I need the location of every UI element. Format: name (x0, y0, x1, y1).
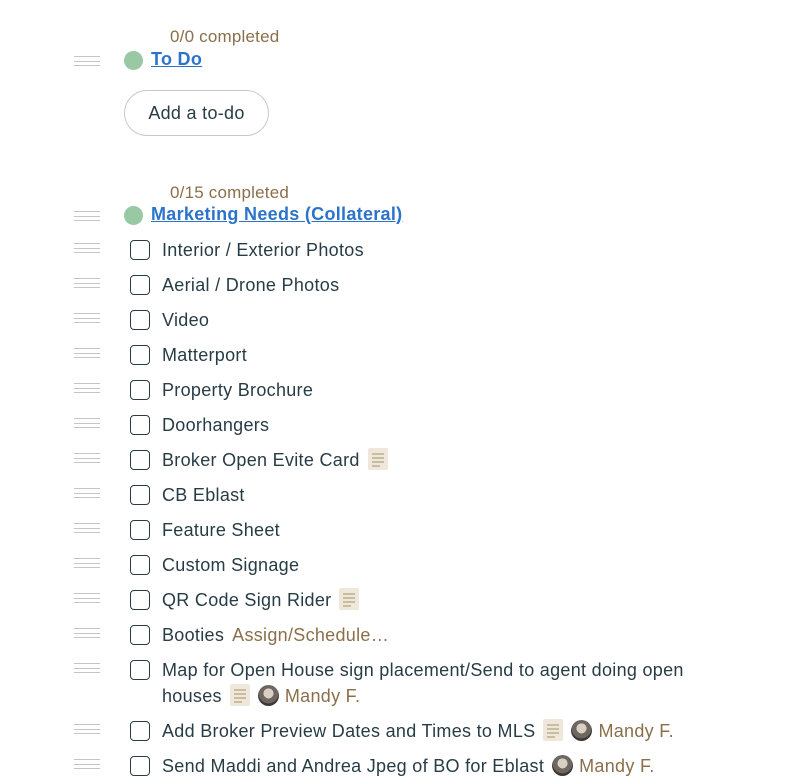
avatar (552, 754, 574, 776)
drag-handle-icon[interactable] (74, 558, 100, 568)
todo-title[interactable]: Custom Signage (162, 555, 299, 575)
todo-title[interactable]: Broker Open Evite Card (162, 450, 360, 470)
todo-checkbox[interactable] (130, 660, 150, 680)
todo-content: Send Maddi and Andrea Jpeg of BO for Ebl… (162, 753, 732, 779)
todo-checkbox[interactable] (130, 380, 150, 400)
todo-content: Property Brochure (162, 377, 732, 403)
assignee-name[interactable]: Mandy F. (285, 686, 360, 706)
todo-title[interactable]: Aerial / Drone Photos (162, 275, 339, 295)
assignee-name[interactable]: Mandy F. (579, 756, 654, 776)
todo-checkbox[interactable] (130, 555, 150, 575)
todo-checkbox[interactable] (130, 345, 150, 365)
todo-checkbox[interactable] (130, 450, 150, 470)
todo-checkbox[interactable] (130, 240, 150, 260)
todo-checkbox[interactable] (130, 590, 150, 610)
status-dot-icon (124, 51, 143, 70)
todo-checkbox[interactable] (130, 275, 150, 295)
todo-title[interactable]: QR Code Sign Rider (162, 590, 331, 610)
todo-content: CB Eblast (162, 482, 732, 508)
drag-handle-icon[interactable] (74, 663, 100, 673)
todo-content: Aerial / Drone Photos (162, 272, 732, 298)
todo-checkbox[interactable] (130, 520, 150, 540)
list-progress: 0/0 completed (170, 27, 280, 46)
todo-title[interactable]: Interior / Exterior Photos (162, 240, 364, 260)
todo-content: Feature Sheet (162, 517, 732, 543)
list-progress: 0/15 completed (170, 183, 290, 202)
assign-schedule-link[interactable]: Assign/Schedule… (232, 625, 389, 645)
todo-checkbox[interactable] (130, 625, 150, 645)
todo-title[interactable]: Matterport (162, 345, 247, 365)
todo-content: Map for Open House sign placement/Send t… (162, 657, 732, 709)
status-dot-icon (124, 206, 143, 225)
todo-checkbox[interactable] (130, 485, 150, 505)
todo-title[interactable]: CB Eblast (162, 485, 245, 505)
todo-checkbox[interactable] (130, 310, 150, 330)
drag-handle-icon[interactable] (74, 488, 100, 498)
todo-title[interactable]: Property Brochure (162, 380, 313, 400)
drag-handle-icon[interactable] (74, 243, 100, 253)
todo-content: QR Code Sign Rider (162, 587, 732, 613)
todo-title[interactable]: Add Broker Preview Dates and Times to ML… (162, 721, 535, 741)
drag-handle-icon[interactable] (74, 593, 100, 603)
drag-handle-icon[interactable] (74, 211, 100, 221)
drag-handle-icon[interactable] (74, 383, 100, 393)
todo-checkbox[interactable] (130, 415, 150, 435)
drag-handle-icon[interactable] (74, 453, 100, 463)
assignee-name[interactable]: Mandy F. (598, 721, 673, 741)
drag-handle-icon[interactable] (74, 759, 100, 769)
todo-content: Matterport (162, 342, 732, 368)
todo-content: Add Broker Preview Dates and Times to ML… (162, 718, 732, 744)
note-icon[interactable] (367, 448, 388, 471)
drag-handle-icon[interactable] (74, 628, 100, 638)
todo-content: Booties Assign/Schedule… (162, 622, 732, 648)
drag-handle-icon[interactable] (74, 523, 100, 533)
todo-content: Broker Open Evite Card (162, 447, 732, 473)
drag-handle-icon[interactable] (74, 348, 100, 358)
note-icon[interactable] (229, 684, 250, 707)
note-icon[interactable] (339, 588, 360, 611)
avatar (571, 719, 593, 741)
todo-content: Interior / Exterior Photos (162, 237, 732, 263)
note-icon[interactable] (543, 719, 564, 742)
todo-title[interactable]: Feature Sheet (162, 520, 280, 540)
todo-title[interactable]: Video (162, 310, 209, 330)
todo-content: Doorhangers (162, 412, 732, 438)
avatar (257, 684, 279, 706)
todo-title[interactable]: Send Maddi and Andrea Jpeg of BO for Ebl… (162, 756, 544, 776)
todo-title[interactable]: Booties (162, 625, 224, 645)
list-title[interactable]: Marketing Needs (Collateral) (151, 204, 402, 225)
todo-content: Custom Signage (162, 552, 732, 578)
todo-title[interactable]: Doorhangers (162, 415, 269, 435)
add-todo-button[interactable]: Add a to-do (124, 90, 269, 136)
todo-checkbox[interactable] (130, 721, 150, 741)
todo-checkbox[interactable] (130, 756, 150, 776)
list-title[interactable]: To Do (151, 49, 202, 70)
todo-content: Video (162, 307, 732, 333)
drag-handle-icon[interactable] (74, 724, 100, 734)
drag-handle-icon[interactable] (74, 418, 100, 428)
drag-handle-icon[interactable] (74, 313, 100, 323)
drag-handle-icon[interactable] (74, 278, 100, 288)
drag-handle-icon[interactable] (74, 56, 100, 66)
